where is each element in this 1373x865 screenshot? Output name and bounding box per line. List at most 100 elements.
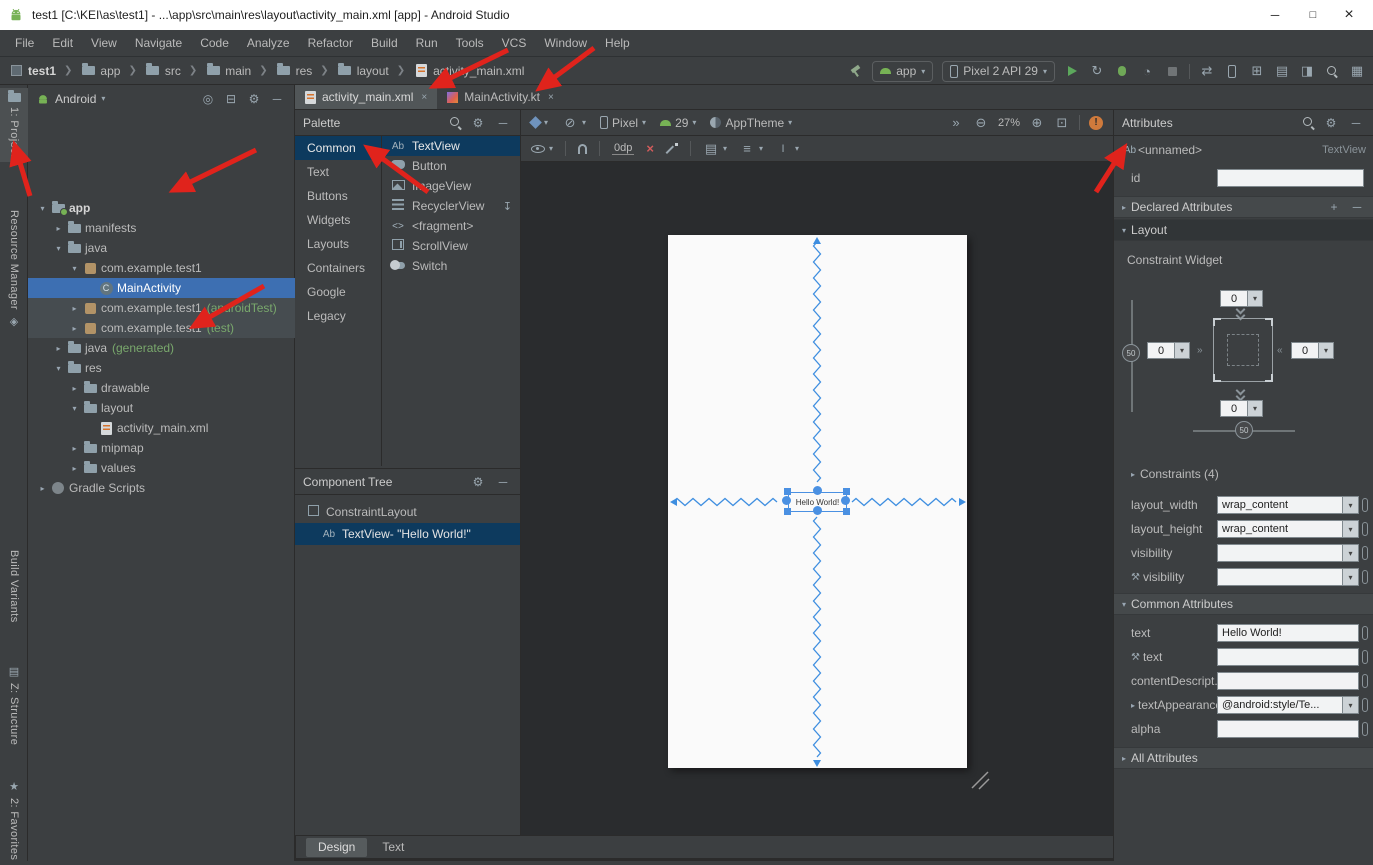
- palette-item-fragment[interactable]: <> <fragment>: [382, 216, 520, 236]
- select-opened-file-icon[interactable]: ◎: [199, 92, 217, 106]
- tree-row-manifests[interactable]: ▸ manifests: [28, 218, 295, 238]
- palette-item-switch[interactable]: Switch: [382, 256, 520, 276]
- apply-changes-icon[interactable]: ↻: [1089, 61, 1105, 81]
- infer-constraints-button[interactable]: [666, 143, 678, 155]
- pin-toggle-icon[interactable]: [1362, 674, 1368, 688]
- breadcrumb-res[interactable]: res: [296, 64, 313, 78]
- zoom-out-button[interactable]: ⊖: [973, 113, 989, 133]
- tool-windows-icon[interactable]: ▦: [1349, 61, 1365, 81]
- view-options-button[interactable]: ▾: [531, 144, 553, 153]
- chevron-collapsed-icon[interactable]: ▸: [52, 344, 65, 353]
- tab-activity-main-xml[interactable]: activity_main.xml ×: [295, 85, 437, 109]
- chevron-collapsed-icon[interactable]: ▸: [68, 384, 81, 393]
- constraint-anchor-top[interactable]: [813, 486, 822, 495]
- palette-item-button[interactable]: Button: [382, 156, 520, 176]
- tab-text[interactable]: Text: [370, 838, 416, 857]
- tab-design[interactable]: Design: [306, 838, 367, 857]
- tool-window-favorites[interactable]: ★ 2: Favorites: [0, 775, 28, 865]
- menu-run[interactable]: Run: [407, 30, 447, 57]
- tree-row-package-test[interactable]: ▸ com.example.test1 (test): [28, 318, 295, 338]
- pin-toggle-icon[interactable]: [1362, 626, 1368, 640]
- menu-refactor[interactable]: Refactor: [299, 30, 362, 57]
- close-tab-icon[interactable]: ×: [421, 92, 427, 103]
- close-button[interactable]: ×: [1327, 0, 1371, 30]
- palette-category-legacy[interactable]: Legacy: [295, 304, 381, 328]
- gear-icon[interactable]: ⚙: [245, 92, 263, 106]
- clear-constraints-button[interactable]: ×: [646, 141, 654, 156]
- chevron-collapsed-icon[interactable]: ▸: [68, 444, 81, 453]
- component-constraintlayout[interactable]: ConstraintLayout: [295, 501, 520, 523]
- section-layout[interactable]: ▾ Layout: [1114, 219, 1373, 241]
- margin-right-dropdown[interactable]: 0▾: [1291, 342, 1334, 359]
- palette-category-buttons[interactable]: Buttons: [295, 184, 381, 208]
- default-margins-button[interactable]: 0dp: [612, 142, 634, 155]
- alpha-input[interactable]: [1217, 720, 1359, 738]
- chevron-collapsed-icon[interactable]: ▸: [68, 304, 81, 313]
- pin-toggle-icon[interactable]: [1362, 498, 1368, 512]
- horizontal-bias-knob[interactable]: 50: [1235, 421, 1253, 439]
- breadcrumb-layout[interactable]: layout: [357, 64, 389, 78]
- breadcrumb-src[interactable]: src: [165, 64, 181, 78]
- menu-window[interactable]: Window: [535, 30, 596, 57]
- align-button[interactable]: ≡ ▾: [739, 139, 763, 159]
- margin-bottom-dropdown[interactable]: 0▾: [1220, 400, 1263, 417]
- layout-width-dropdown[interactable]: wrap_content ▾: [1217, 496, 1359, 514]
- selection-handle[interactable]: [784, 488, 791, 495]
- visibility-dropdown[interactable]: ▾: [1217, 544, 1359, 562]
- api-version-menu[interactable]: 29 ▾: [660, 116, 696, 130]
- breadcrumb-main[interactable]: main: [225, 64, 251, 78]
- remove-attribute-button[interactable]: ─: [1348, 200, 1366, 214]
- theme-menu[interactable]: AppTheme ▾: [710, 116, 792, 130]
- pin-toggle-icon[interactable]: [1362, 522, 1368, 536]
- palette-item-scrollview[interactable]: ScrollView: [382, 236, 520, 256]
- tool-window-project[interactable]: 1: Project: [0, 88, 28, 162]
- tree-row-activity-main-xml[interactable]: activity_main.xml: [28, 418, 295, 438]
- tree-row-layout[interactable]: ▾ layout: [28, 398, 295, 418]
- menu-help[interactable]: Help: [596, 30, 639, 57]
- chevron-expanded-icon[interactable]: ▾: [68, 404, 81, 413]
- tools-visibility-dropdown[interactable]: ▾: [1217, 568, 1359, 586]
- selection-handle[interactable]: [843, 508, 850, 515]
- chevron-expanded-icon[interactable]: ▾: [36, 204, 49, 213]
- margin-left-dropdown[interactable]: 0▾: [1147, 342, 1190, 359]
- search-icon[interactable]: [449, 116, 462, 129]
- chevron-expanded-icon[interactable]: ▾: [68, 264, 81, 273]
- tool-window-resource-manager[interactable]: Resource Manager ◈: [0, 205, 28, 333]
- guidelines-button[interactable]: I ▾: [775, 139, 799, 159]
- breadcrumb-test1[interactable]: test1: [28, 64, 56, 78]
- text-appearance-dropdown[interactable]: @android:style/Te... ▾: [1217, 696, 1359, 714]
- selection-handle[interactable]: [784, 508, 791, 515]
- pin-toggle-icon[interactable]: [1362, 698, 1368, 712]
- text-input[interactable]: Hello World!: [1217, 624, 1359, 642]
- design-surface-selector[interactable]: ▾: [531, 118, 548, 127]
- id-input[interactable]: [1217, 169, 1364, 187]
- tree-row-package[interactable]: ▾ com.example.test1: [28, 258, 295, 278]
- palette-item-recyclerview[interactable]: RecyclerView ↧: [382, 196, 520, 216]
- menu-file[interactable]: File: [6, 30, 43, 57]
- pin-toggle-icon[interactable]: [1362, 570, 1368, 584]
- palette-item-textview[interactable]: Ab TextView: [382, 136, 520, 156]
- margin-top-dropdown[interactable]: 0▾: [1220, 290, 1263, 307]
- hide-panel-icon[interactable]: ─: [268, 92, 286, 106]
- pin-toggle-icon[interactable]: [1362, 722, 1368, 736]
- run-button[interactable]: [1064, 61, 1080, 81]
- gear-icon[interactable]: ⚙: [469, 116, 487, 130]
- menu-build[interactable]: Build: [362, 30, 407, 57]
- section-common-attributes[interactable]: ▾ Common Attributes: [1114, 593, 1373, 615]
- tree-row-res[interactable]: ▾ res: [28, 358, 295, 378]
- debug-icon[interactable]: [1114, 61, 1130, 81]
- warning-indicator[interactable]: !: [1089, 116, 1103, 130]
- menu-analyze[interactable]: Analyze: [238, 30, 299, 57]
- chevron-collapsed-icon[interactable]: ▸: [68, 324, 81, 333]
- tool-window-structure[interactable]: ▤ Z: Structure: [0, 660, 28, 750]
- build-hammer-icon[interactable]: [847, 61, 863, 81]
- avd-manager-icon[interactable]: [1224, 61, 1240, 81]
- search-icon[interactable]: [1302, 116, 1315, 129]
- menu-code[interactable]: Code: [191, 30, 238, 57]
- menu-navigate[interactable]: Navigate: [126, 30, 191, 57]
- vertical-bias-knob[interactable]: 50: [1122, 344, 1140, 362]
- menu-tools[interactable]: Tools: [447, 30, 493, 57]
- tree-row-package-androidtest[interactable]: ▸ com.example.test1 (androidTest): [28, 298, 295, 318]
- layout-inspector-icon[interactable]: ◨: [1299, 61, 1315, 81]
- tree-row-gradle-scripts[interactable]: ▸ Gradle Scripts: [28, 478, 295, 498]
